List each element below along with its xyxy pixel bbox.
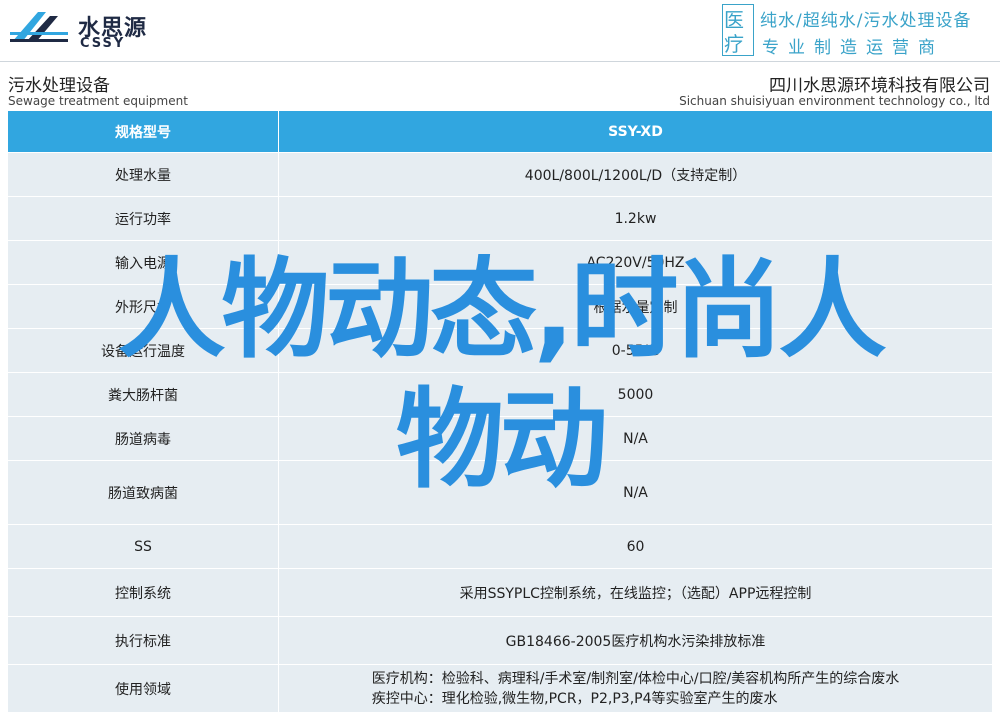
top-banner: 水思源 CSSY 医 疗 纯水/超纯水/污水处理设备 专业制造运营商 — [0, 0, 1000, 62]
row-value: 根据水量定制 — [278, 284, 993, 329]
tagline-slogan: 专业制造运营商 — [762, 38, 944, 58]
row-value: N/A — [278, 460, 993, 525]
table-row: 输入电源 AC220V/50HZ — [7, 240, 993, 285]
tagline-products: 纯水/超纯水/污水处理设备 — [760, 11, 972, 31]
company-name: 四川水思源环境科技有限公司 — [769, 76, 990, 96]
row-label: 设备运行温度 — [7, 328, 279, 373]
product-title: 污水处理设备 — [8, 76, 110, 96]
company-name-en: Sichuan shuisiyuan environment technolog… — [679, 94, 990, 108]
row-value: AC220V/50HZ — [278, 240, 993, 285]
usage-line-medical: 医疗机构：检验科、病理科/手术室/制剂室/体检中心/口腔/美容机构所产生的综合废… — [371, 670, 900, 687]
row-label: 肠道病毒 — [7, 416, 279, 461]
header-cell-model: SSY-XD — [278, 110, 993, 153]
product-title-en: Sewage treatment equipment — [8, 94, 188, 108]
row-value: 1.2kw — [278, 196, 993, 241]
row-label: 控制系统 — [7, 568, 279, 617]
row-value: N/A — [278, 416, 993, 461]
table-row: 控制系统 采用SSYPLC控制系统，在线监控；（选配）APP远程控制 — [7, 568, 993, 617]
table-row: 处理水量 400L/800L/1200L/D（支持定制） — [7, 152, 993, 197]
table-row: 肠道致病菌 N/A — [7, 460, 993, 525]
row-label: 处理水量 — [7, 152, 279, 197]
table-row: 设备运行温度 0-55℃ — [7, 328, 993, 373]
row-value: GB18466-2005医疗机构水污染排放标准 — [278, 616, 993, 665]
row-value: 5000 — [278, 372, 993, 417]
logo-icon — [10, 12, 68, 42]
row-label: 肠道致病菌 — [7, 460, 279, 525]
row-label: 使用领域 — [7, 664, 279, 713]
row-label: 输入电源 — [7, 240, 279, 285]
usage-line-cdc: 疾控中心：理化检验,微生物,PCR，P2,P3,P4等实验室产生的废水 — [371, 690, 778, 707]
row-value: 医疗机构：检验科、病理科/手术室/制剂室/体检中心/口腔/美容机构所产生的综合废… — [278, 664, 993, 713]
row-label: 执行标准 — [7, 616, 279, 665]
table-row: 粪大肠杆菌 5000 — [7, 372, 993, 417]
table-row: 外形尺寸 根据水量定制 — [7, 284, 993, 329]
row-value: 采用SSYPLC控制系统，在线监控；（选配）APP远程控制 — [278, 568, 993, 617]
table-row: 使用领域 医疗机构：检验科、病理科/手术室/制剂室/体检中心/口腔/美容机构所产… — [7, 664, 993, 713]
header-divider — [0, 61, 1000, 62]
row-label: 运行功率 — [7, 196, 279, 241]
table-row: 执行标准 GB18466-2005医疗机构水污染排放标准 — [7, 616, 993, 665]
row-value: 400L/800L/1200L/D（支持定制） — [278, 152, 993, 197]
spec-table: 规格型号 SSY-XD 处理水量 400L/800L/1200L/D（支持定制）… — [7, 110, 993, 713]
row-value: 0-55℃ — [278, 328, 993, 373]
table-header-row: 规格型号 SSY-XD — [7, 110, 993, 153]
row-label: SS — [7, 524, 279, 569]
table-row: 肠道病毒 N/A — [7, 416, 993, 461]
seal-char-2: 疗 — [724, 32, 744, 56]
row-label: 外形尺寸 — [7, 284, 279, 329]
row-label: 粪大肠杆菌 — [7, 372, 279, 417]
table-row: SS 60 — [7, 524, 993, 569]
brand-name-en: CSSY — [80, 36, 126, 51]
header-cell-label: 规格型号 — [7, 110, 279, 153]
table-row: 运行功率 1.2kw — [7, 196, 993, 241]
row-value: 60 — [278, 524, 993, 569]
